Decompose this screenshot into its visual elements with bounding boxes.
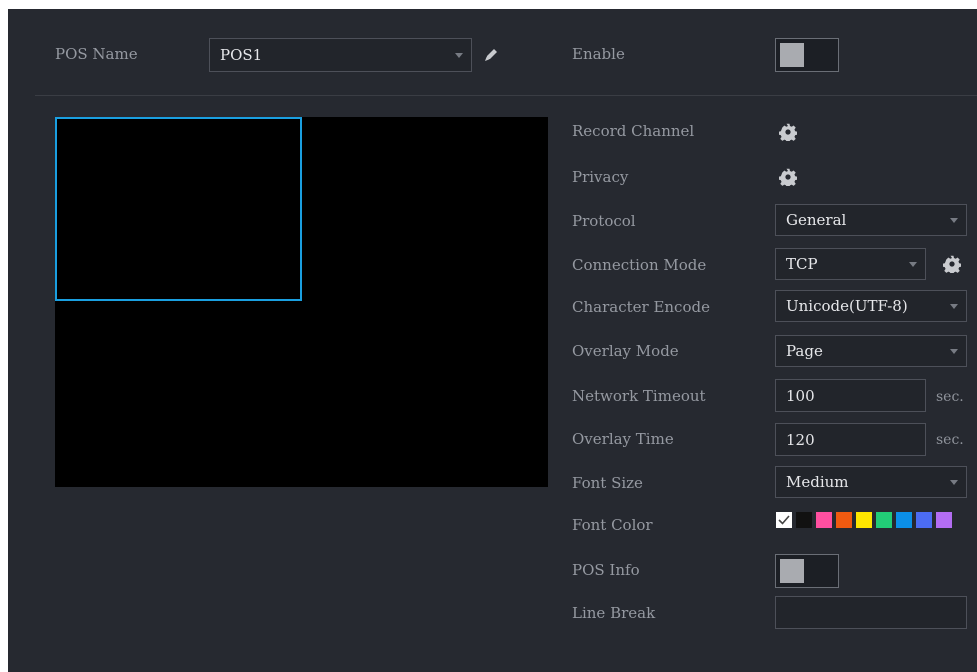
connection-mode-gear-icon[interactable] bbox=[943, 255, 961, 273]
color-swatch[interactable] bbox=[896, 512, 912, 528]
overlay-time-unit: sec. bbox=[936, 432, 964, 448]
character-encode-label: Character Encode bbox=[572, 298, 710, 316]
divider bbox=[35, 95, 977, 96]
protocol-select[interactable]: General bbox=[775, 204, 967, 236]
line-break-label: Line Break bbox=[572, 604, 656, 622]
check-icon bbox=[778, 515, 790, 525]
overlay-mode-select[interactable]: Page bbox=[775, 335, 967, 367]
color-swatch[interactable] bbox=[776, 512, 792, 528]
connection-mode-select[interactable]: TCP bbox=[775, 248, 926, 280]
font-color-label: Font Color bbox=[572, 516, 653, 534]
color-swatch[interactable] bbox=[876, 512, 892, 528]
character-encode-select[interactable]: Unicode(UTF-8) bbox=[775, 290, 967, 322]
line-break-input[interactable] bbox=[775, 596, 967, 629]
color-swatch[interactable] bbox=[796, 512, 812, 528]
dropdown-caret-icon bbox=[950, 349, 958, 354]
record-channel-label: Record Channel bbox=[572, 122, 695, 140]
font-size-label: Font Size bbox=[572, 474, 643, 492]
enable-label: Enable bbox=[572, 45, 625, 63]
color-swatch[interactable] bbox=[916, 512, 932, 528]
network-timeout-label: Network Timeout bbox=[572, 387, 706, 405]
dropdown-caret-icon bbox=[950, 480, 958, 485]
video-preview[interactable] bbox=[55, 117, 548, 487]
dropdown-caret-icon bbox=[950, 218, 958, 223]
connection-mode-label: Connection Mode bbox=[572, 256, 707, 274]
privacy-gear-icon[interactable] bbox=[779, 168, 797, 186]
edit-icon[interactable] bbox=[483, 46, 500, 63]
pos-info-label: POS Info bbox=[572, 561, 640, 579]
privacy-label: Privacy bbox=[572, 168, 629, 186]
toggle-knob bbox=[780, 43, 804, 67]
dropdown-caret-icon bbox=[950, 304, 958, 309]
overlay-region-box[interactable] bbox=[55, 117, 302, 301]
dropdown-caret-icon bbox=[455, 53, 463, 58]
overlay-mode-label: Overlay Mode bbox=[572, 342, 679, 360]
record-channel-gear-icon[interactable] bbox=[779, 123, 797, 141]
pos-name-label: POS Name bbox=[55, 45, 138, 63]
color-swatch[interactable] bbox=[856, 512, 872, 528]
color-swatch[interactable] bbox=[816, 512, 832, 528]
pos-name-select[interactable]: POS1 bbox=[209, 38, 472, 72]
overlay-time-input[interactable]: 120 bbox=[775, 423, 926, 456]
font-color-palette bbox=[776, 512, 971, 528]
color-swatch[interactable] bbox=[936, 512, 952, 528]
color-swatch[interactable] bbox=[836, 512, 852, 528]
overlay-time-label: Overlay Time bbox=[572, 430, 674, 448]
enable-toggle[interactable] bbox=[775, 38, 839, 72]
pos-info-toggle[interactable] bbox=[775, 554, 839, 588]
network-timeout-input[interactable]: 100 bbox=[775, 379, 926, 412]
toggle-knob bbox=[780, 559, 804, 583]
font-size-select[interactable]: Medium bbox=[775, 466, 967, 498]
network-timeout-unit: sec. bbox=[936, 389, 964, 405]
dropdown-caret-icon bbox=[909, 262, 917, 267]
protocol-label: Protocol bbox=[572, 212, 636, 230]
